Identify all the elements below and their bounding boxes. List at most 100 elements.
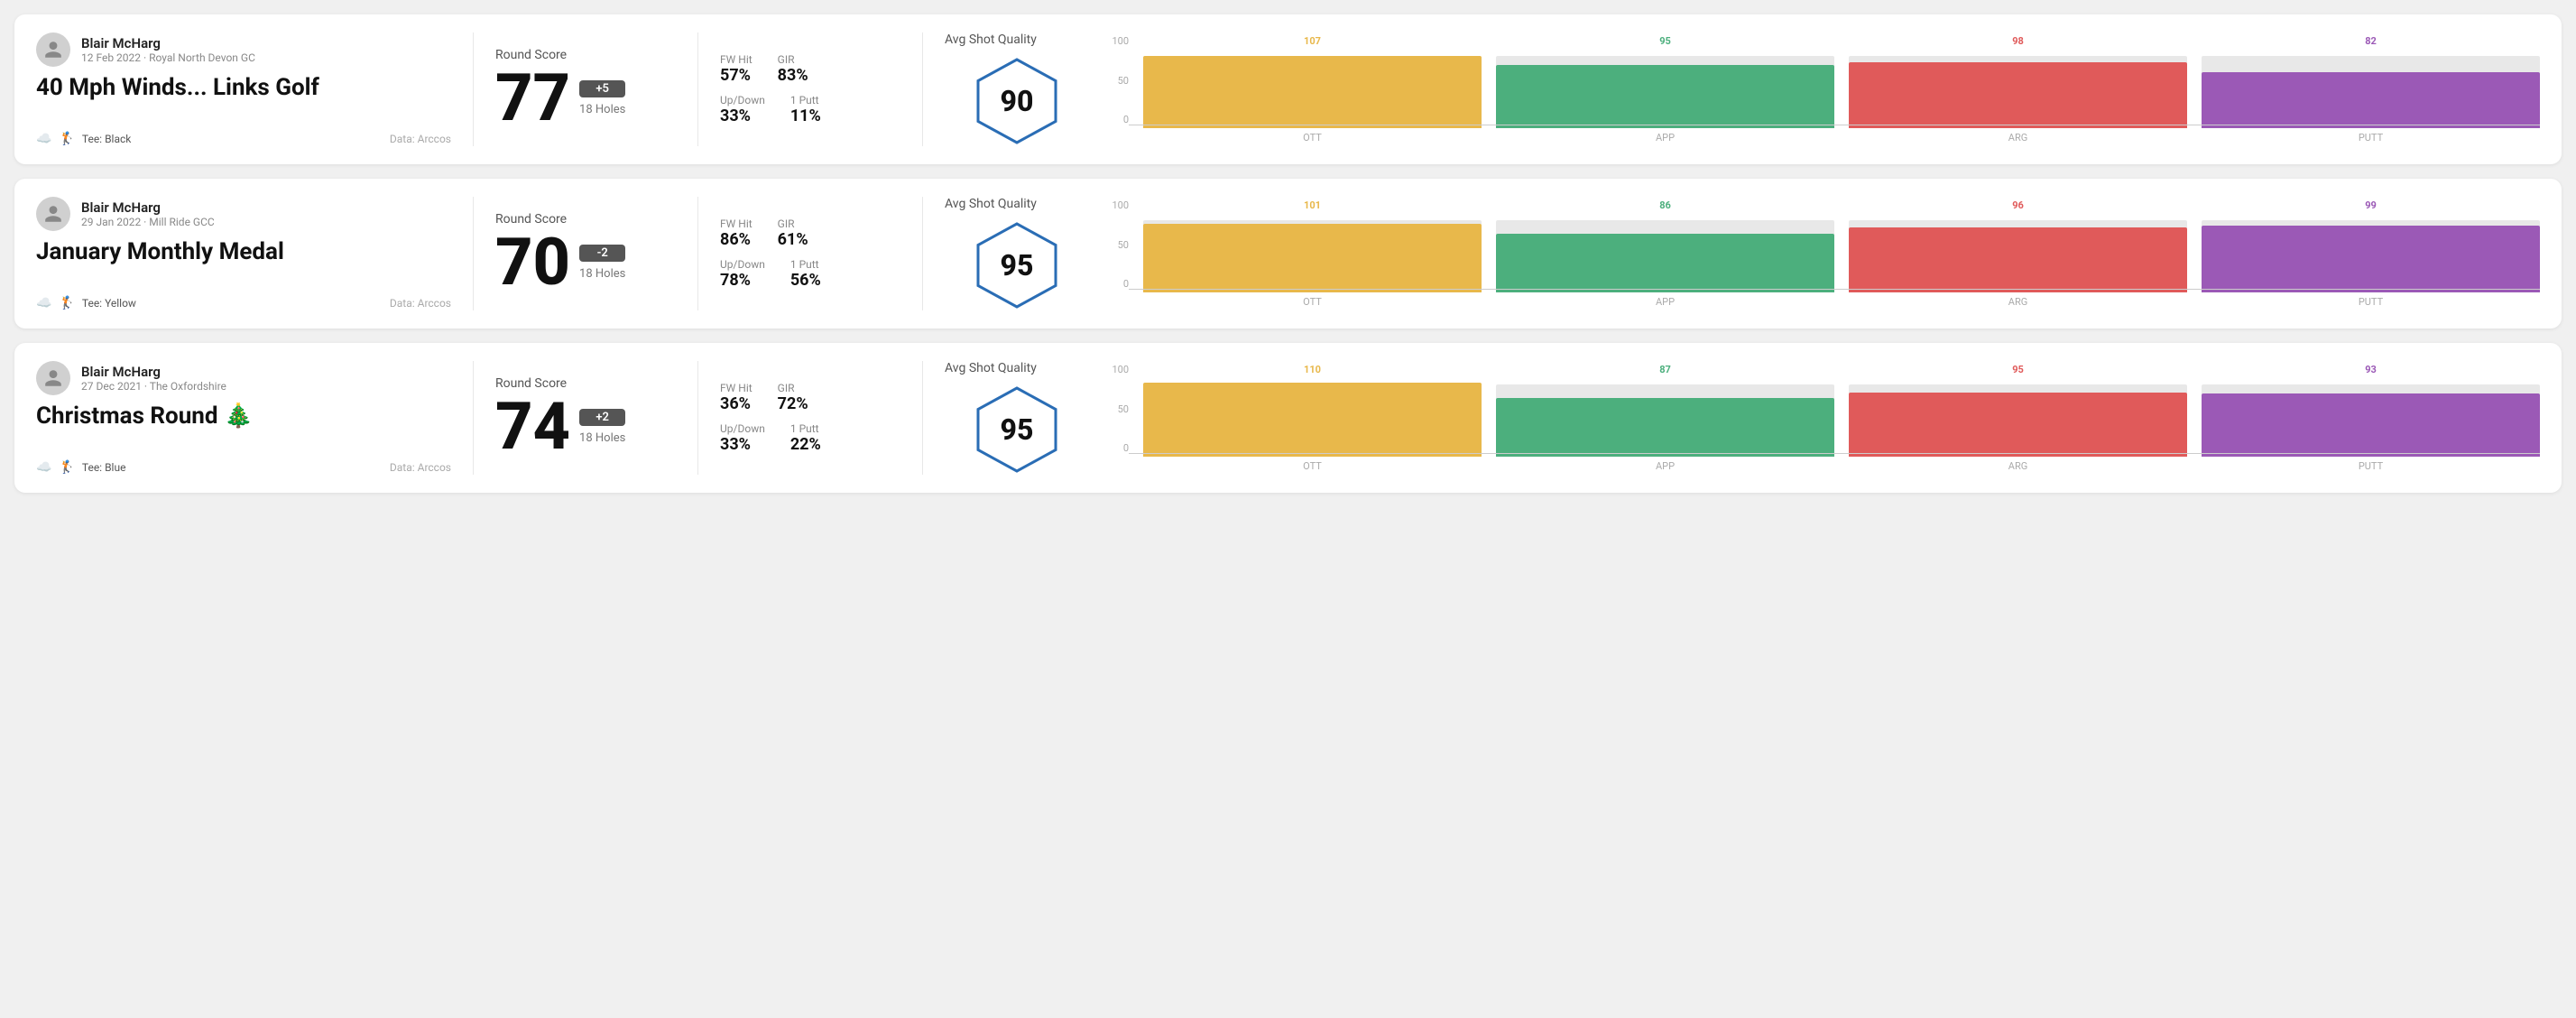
gir-stat: GIR 61% — [778, 217, 808, 249]
fw-hit-label: FW Hit — [720, 217, 752, 230]
updown-stat: Up/Down 33% — [720, 422, 765, 454]
chart-bar-arg: 96 ARG — [1849, 199, 2187, 308]
y-label-50: 50 — [1103, 239, 1129, 251]
divider-1 — [473, 197, 474, 310]
y-label-100: 100 — [1103, 35, 1129, 47]
y-label-0: 0 — [1103, 114, 1129, 125]
hex-score: 95 — [1001, 248, 1034, 282]
y-label-50: 50 — [1103, 75, 1129, 87]
tee-info: ☁️ 🏌 Tee: Black — [36, 132, 131, 146]
bar-value-ott: 107 — [1304, 35, 1321, 47]
user-name: Blair McHarg — [81, 35, 255, 51]
stats-row-bottom: Up/Down 33% 1 Putt 11% — [720, 94, 900, 125]
bar-value-putt: 82 — [2365, 35, 2377, 47]
divider-3 — [922, 32, 923, 146]
stats-row-top: FW Hit 57% GIR 83% — [720, 53, 900, 85]
stats-row-top: FW Hit 86% GIR 61% — [720, 217, 900, 249]
score-holes: 18 Holes — [579, 431, 625, 445]
divider-2 — [697, 361, 698, 475]
hexagon-container: 95 — [972, 384, 1062, 475]
chart-bar-putt: 93 PUTT — [2202, 364, 2540, 472]
updown-value: 78% — [720, 271, 765, 290]
bar-label-app: APP — [1656, 460, 1675, 472]
bag-icon: 🏌 — [59, 296, 74, 310]
score-main: 74 +2 18 Holes — [495, 394, 676, 459]
bar-label-arg: ARG — [2008, 296, 2027, 308]
card-quality: Avg Shot Quality 90 — [945, 32, 1089, 146]
round-title: January Monthly Medal — [36, 238, 451, 265]
oneputt-value: 22% — [790, 435, 821, 454]
tee-info: ☁️ 🏌 Tee: Yellow — [36, 296, 136, 310]
user-info: Blair McHarg 29 Jan 2022 · Mill Ride GCC — [81, 199, 215, 228]
bar-label-ott: OTT — [1303, 460, 1322, 472]
chart-bar-app: 86 APP — [1496, 199, 1834, 308]
updown-stat: Up/Down 33% — [720, 94, 765, 125]
hex-score: 95 — [1001, 412, 1034, 447]
divider-1 — [473, 361, 474, 475]
card-quality: Avg Shot Quality 95 — [945, 197, 1089, 310]
score-badge-group: +5 18 Holes — [579, 80, 625, 116]
chart-area: 100 50 0 110 OTT 87 APP — [1103, 364, 2540, 472]
user-info: Blair McHarg 27 Dec 2021 · The Oxfordshi… — [81, 364, 226, 393]
oneputt-value: 11% — [790, 106, 821, 125]
card-score: Round Score 70 -2 18 Holes — [495, 197, 676, 310]
bar-value-app: 87 — [1659, 364, 1671, 375]
oneputt-label: 1 Putt — [790, 422, 821, 435]
fw-hit-value: 86% — [720, 230, 752, 249]
updown-value: 33% — [720, 106, 765, 125]
stats-row-bottom: Up/Down 78% 1 Putt 56% — [720, 258, 900, 290]
card-score: Round Score 74 +2 18 Holes — [495, 361, 676, 475]
fw-hit-label: FW Hit — [720, 53, 752, 66]
score-number: 70 — [495, 230, 570, 295]
oneputt-stat: 1 Putt 22% — [790, 422, 821, 454]
stats-row-bottom: Up/Down 33% 1 Putt 22% — [720, 422, 900, 454]
fw-hit-label: FW Hit — [720, 382, 752, 394]
user-row: Blair McHarg 29 Jan 2022 · Mill Ride GCC — [36, 197, 451, 231]
y-label-0: 0 — [1103, 278, 1129, 290]
bar-value-ott: 101 — [1304, 199, 1321, 211]
oneputt-label: 1 Putt — [790, 258, 821, 271]
fw-hit-value: 36% — [720, 394, 752, 413]
updown-value: 33% — [720, 435, 765, 454]
round-title: Christmas Round 🎄 — [36, 403, 451, 430]
card-footer: ☁️ 🏌 Tee: Black Data: Arccos — [36, 132, 451, 146]
score-number: 77 — [495, 66, 570, 131]
score-main: 70 -2 18 Holes — [495, 230, 676, 295]
avatar — [36, 361, 70, 395]
round-card-2: Blair McHarg 29 Jan 2022 · Mill Ride GCC… — [14, 179, 2562, 329]
user-icon — [43, 368, 63, 388]
card-footer: ☁️ 🏌 Tee: Yellow Data: Arccos — [36, 296, 451, 310]
chart-baseline — [1129, 453, 2540, 454]
score-diff-badge: -2 — [579, 245, 625, 262]
chart-bar-arg: 95 ARG — [1849, 364, 2187, 472]
gir-value: 83% — [778, 66, 808, 85]
avatar — [36, 197, 70, 231]
y-label-100: 100 — [1103, 199, 1129, 211]
tee-info: ☁️ 🏌 Tee: Blue — [36, 460, 125, 475]
bar-value-putt: 93 — [2365, 364, 2377, 375]
divider-3 — [922, 361, 923, 475]
weather-icon: ☁️ — [36, 296, 51, 310]
chart-area: 100 50 0 101 OTT 86 APP — [1103, 199, 2540, 308]
bar-value-arg: 95 — [2012, 364, 2024, 375]
fw-hit-stat: FW Hit 86% — [720, 217, 752, 249]
bar-label-ott: OTT — [1303, 296, 1322, 308]
user-meta: 12 Feb 2022 · Royal North Devon GC — [81, 51, 255, 64]
bar-label-app: APP — [1656, 132, 1675, 143]
fw-hit-stat: FW Hit 57% — [720, 53, 752, 85]
score-diff-badge: +5 — [579, 80, 625, 97]
bar-label-app: APP — [1656, 296, 1675, 308]
hexagon-container: 90 — [972, 56, 1062, 146]
chart-bar-putt: 82 PUTT — [2202, 35, 2540, 143]
bar-value-app: 86 — [1659, 199, 1671, 211]
user-name: Blair McHarg — [81, 199, 215, 216]
gir-value: 72% — [778, 394, 808, 413]
chart-y-axis: 100 50 0 — [1103, 364, 1129, 472]
user-icon — [43, 40, 63, 60]
weather-icon: ☁️ — [36, 460, 51, 475]
score-number: 74 — [495, 394, 570, 459]
divider-3 — [922, 197, 923, 310]
gir-label: GIR — [778, 53, 808, 66]
hex-score: 90 — [1001, 84, 1034, 118]
bar-label-putt: PUTT — [2359, 460, 2383, 472]
